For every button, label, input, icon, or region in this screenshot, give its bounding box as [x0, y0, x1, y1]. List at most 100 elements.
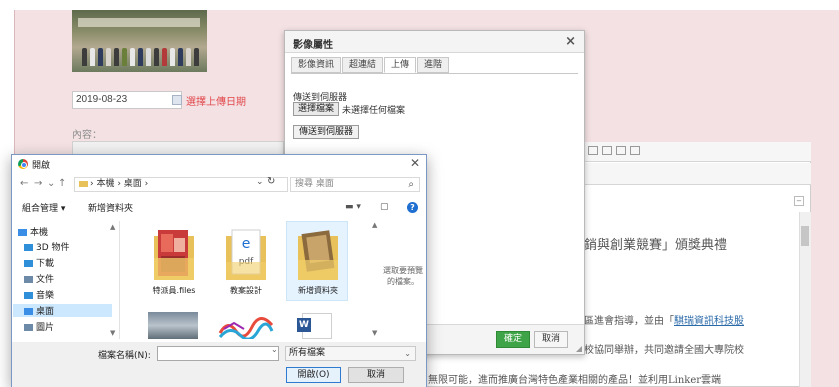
organize-button[interactable]: 組合管理 ▾ — [22, 201, 65, 214]
recent-locations-icon[interactable]: ⌄ — [47, 178, 55, 189]
colorful-graphic-icon — [218, 317, 274, 339]
editor-heading-text: 銷與創業競賽」頒獎典禮 — [584, 238, 728, 253]
editor-p1-link[interactable]: 騏瑞資訊科技股 — [674, 316, 744, 327]
file-list[interactable]: 特派員.files e pdf 教案設計 — [122, 221, 370, 339]
tree-item-downloads[interactable]: 下載 — [24, 256, 54, 269]
choose-file-button[interactable]: 選擇檔案 — [293, 102, 340, 116]
tree-label: 桌面 — [36, 307, 55, 317]
editor-tool-icon[interactable] — [630, 146, 640, 155]
tree-item-desktop[interactable]: 桌面 — [13, 304, 112, 317]
chrome-icon — [18, 159, 28, 169]
tree-scroll-down-icon[interactable]: ▼ — [110, 329, 115, 337]
editor-toolbar — [584, 142, 811, 162]
files-scroll-down-icon[interactable]: ▼ — [372, 329, 377, 337]
document-icon — [24, 276, 33, 283]
open-button[interactable]: 開啟(O) — [286, 367, 341, 383]
cancel-button[interactable]: 取消 — [534, 331, 568, 348]
editor-p1-text: 區進會指導，並由「 — [584, 316, 674, 327]
tree-label: 圖片 — [36, 323, 55, 333]
folder-icon — [154, 230, 194, 280]
resize-grip-icon[interactable] — [576, 346, 582, 352]
editor-toolbar-left — [72, 141, 284, 155]
content-label: 內容： — [72, 130, 102, 141]
view-options-icon[interactable]: ▬ ▾ — [345, 202, 361, 212]
tree-item-pictures[interactable]: 圖片 — [24, 320, 54, 333]
file-type-select[interactable]: 所有檔案 ⌄ — [285, 346, 416, 361]
close-icon[interactable]: ✕ — [410, 156, 420, 170]
cancel-button[interactable]: 取消 — [348, 367, 404, 383]
computer-icon — [18, 229, 27, 236]
editor-paragraph-2: 校協同舉辦，共同邀請全國大專院校 — [584, 345, 744, 356]
editor-toolbar-row2 — [584, 163, 811, 185]
search-icon[interactable]: ⌕ — [408, 178, 414, 191]
tree-label: 3D 物件 — [36, 243, 70, 253]
command-bar: 組合管理 ▾ 新增資料夾 ▬ ▾ ▢ ? — [12, 199, 426, 216]
chevron-down-icon[interactable]: ⌄ — [271, 345, 278, 354]
image-file-thumbnail[interactable] — [148, 312, 198, 339]
tab-advanced[interactable]: 進階 — [417, 57, 450, 73]
image-dialog-titlebar: 影像屬性 × — [285, 31, 584, 53]
editor-tool-icon[interactable] — [616, 146, 626, 155]
help-icon[interactable]: ? — [407, 202, 418, 213]
file-type-value: 所有檔案 — [289, 348, 326, 358]
back-arrow-icon[interactable]: ← — [20, 178, 28, 189]
tree-item-3d-objects[interactable]: 3D 物件 — [24, 240, 70, 253]
editor-paragraph-3: 無限可能，進而推廣台灣特色產業相關的產品！並利用Linker雲端 — [428, 375, 722, 386]
tree-label: 音樂 — [36, 291, 55, 301]
no-file-chosen-text: 未選擇任何檔案 — [342, 106, 406, 116]
music-icon — [24, 292, 33, 299]
pdf-folder-icon: e pdf — [226, 229, 266, 280]
tab-image-info[interactable]: 影像資訊 — [291, 57, 342, 73]
ok-button[interactable]: 確定 — [496, 331, 530, 348]
editor-collapse-icon[interactable]: − — [794, 196, 804, 206]
search-input[interactable]: 搜尋 桌面 ⌕ — [290, 177, 420, 192]
upload-date-input[interactable]: 2019-08-23 — [72, 91, 182, 109]
filename-input[interactable] — [157, 346, 279, 361]
navigation-tree[interactable]: 本機 3D 物件 下載 文件 音樂 桌面 圖片 — [12, 221, 120, 339]
preview-placeholder: 選取要預覽的檔案。 — [383, 266, 423, 286]
file-label: 新增資料夾 — [298, 286, 338, 295]
cube-icon — [24, 244, 33, 251]
open-dialog-title: 開啟 — [32, 161, 51, 171]
image-dialog-tabs: 影像資訊 超連結 上傳 進階 — [291, 57, 450, 73]
filename-label: 檔案名稱(N): — [98, 351, 151, 361]
editor-tool-icon[interactable] — [588, 146, 598, 155]
up-arrow-icon[interactable]: ↑ — [58, 178, 66, 189]
image-file-thumbnail[interactable] — [218, 317, 274, 339]
refresh-icon[interactable]: ↻ — [267, 176, 275, 187]
photo-folder-icon — [298, 230, 338, 280]
tree-label: 文件 — [36, 275, 55, 285]
preview-pane-icon[interactable]: ▢ — [380, 202, 389, 212]
editor-scroll-thumb[interactable] — [801, 226, 809, 246]
tab-link[interactable]: 超連結 — [342, 57, 384, 73]
calendar-icon[interactable] — [172, 95, 182, 105]
picture-icon — [24, 324, 33, 331]
chevron-down-icon[interactable]: ⌄ — [256, 177, 264, 187]
tree-item-documents[interactable]: 文件 — [24, 272, 54, 285]
close-icon[interactable]: × — [565, 34, 576, 49]
open-dialog-titlebar: 開啟 ✕ — [12, 155, 426, 174]
tab-upload[interactable]: 上傳 — [384, 57, 417, 73]
svg-text:e: e — [242, 236, 251, 252]
word-icon: W — [297, 318, 311, 332]
tree-scroll-up-icon[interactable]: ▲ — [110, 223, 115, 231]
file-label: 特派員.files — [152, 286, 196, 295]
address-path[interactable]: › 本機 › 桌面 › — [90, 179, 148, 189]
file-tile[interactable]: 新增資料夾 — [286, 221, 348, 301]
tree-item-music[interactable]: 音樂 — [24, 288, 54, 301]
select-upload-date-link[interactable]: 選擇上傳日期 — [186, 93, 246, 108]
open-file-dialog: 開啟 ✕ ← → ⌄ ↑ › 本機 › 桌面 › ⌄ ↻ 搜尋 桌面 ⌕ 組合管理… — [11, 154, 427, 387]
image-dialog-title: 影像屬性 — [293, 40, 333, 51]
event-photo — [72, 10, 207, 72]
editor-tool-icon[interactable] — [602, 146, 612, 155]
files-scroll-up-icon[interactable]: ▲ — [372, 221, 377, 229]
file-tile[interactable]: 特派員.files — [142, 221, 204, 301]
forward-arrow-icon[interactable]: → — [34, 178, 42, 189]
file-tile[interactable]: e pdf 教案設計 — [214, 221, 276, 301]
send-to-server-button[interactable]: 傳送到伺服器 — [293, 125, 360, 139]
chevron-down-icon[interactable]: ⌄ — [404, 347, 411, 360]
tree-item-this-pc[interactable]: 本機 — [18, 225, 48, 238]
new-folder-button[interactable]: 新增資料夾 — [88, 201, 133, 214]
folder-icon — [79, 180, 88, 187]
word-document-thumbnail[interactable]: W — [297, 313, 332, 339]
